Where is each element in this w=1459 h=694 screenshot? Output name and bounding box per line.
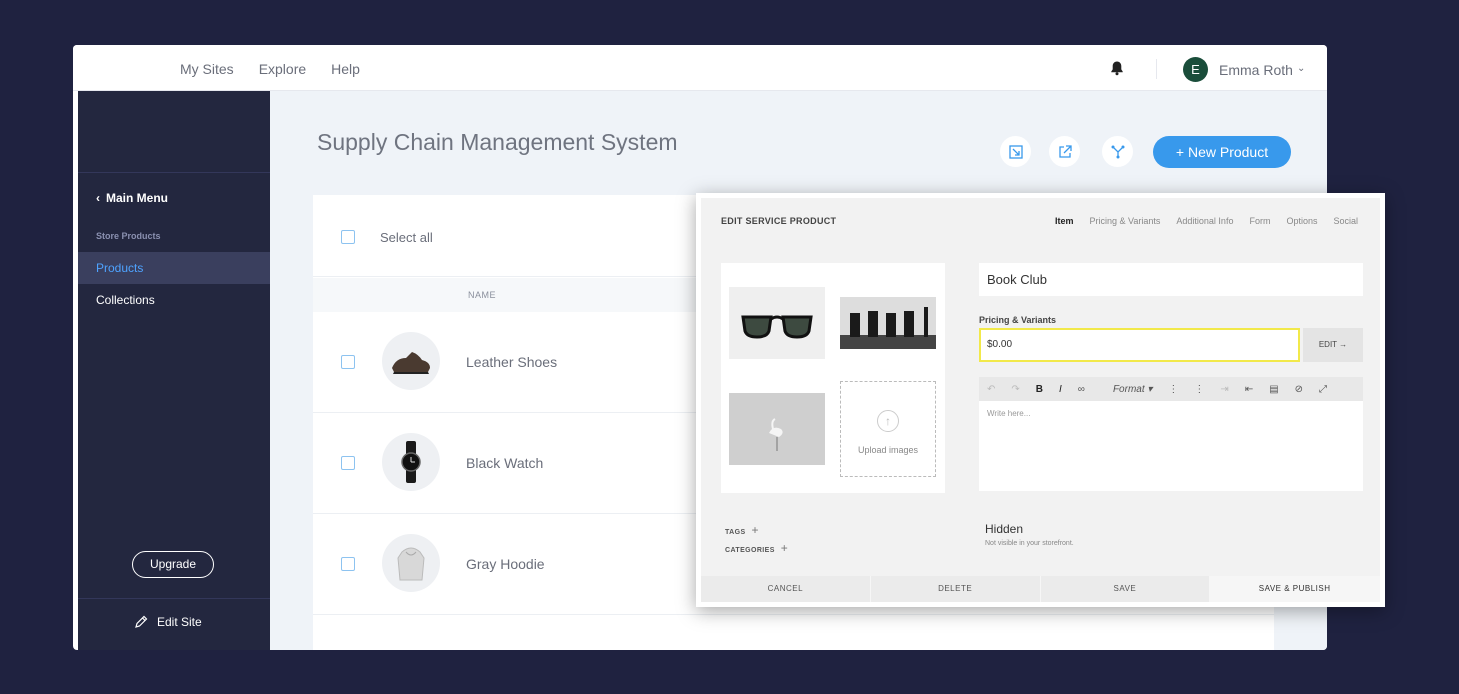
tab-form[interactable]: Form xyxy=(1249,216,1270,226)
sidebar-item-products[interactable]: Products xyxy=(78,252,270,284)
undo-icon[interactable]: ↶ xyxy=(987,384,995,395)
product-name[interactable]: Black Watch xyxy=(466,455,543,471)
new-product-button[interactable]: + New Product xyxy=(1153,136,1291,168)
link-icon[interactable]: ∞ xyxy=(1078,384,1085,395)
section-label: Store Products xyxy=(96,231,161,241)
row-checkbox[interactable] xyxy=(341,456,355,470)
horses-image xyxy=(840,297,936,349)
product-name[interactable]: Leather Shoes xyxy=(466,354,557,370)
main-menu-back[interactable]: ‹ Main Menu xyxy=(96,191,168,205)
edit-pricing-button[interactable]: EDIT → xyxy=(1303,328,1363,362)
divider xyxy=(78,598,270,599)
upload-images-button[interactable]: ↑ Upload images xyxy=(840,381,936,477)
format-dropdown[interactable]: Format ▾ xyxy=(1113,384,1152,395)
bold-icon[interactable]: B xyxy=(1036,384,1043,395)
add-tag-icon[interactable]: + xyxy=(752,523,759,537)
delete-button[interactable]: DELETE xyxy=(870,576,1041,602)
watch-image xyxy=(401,441,421,483)
categories-label: CATEGORIES xyxy=(725,547,775,554)
clipboard-icon[interactable]: ▤ xyxy=(1269,384,1278,395)
row-checkbox[interactable] xyxy=(341,355,355,369)
chevron-down-icon[interactable]: ⌄ xyxy=(1297,63,1305,74)
upload-label: Upload images xyxy=(857,445,919,455)
bell-icon[interactable] xyxy=(1109,60,1125,76)
price-input[interactable]: $0.00 xyxy=(979,328,1300,362)
gallery-image[interactable] xyxy=(840,287,936,359)
avatar[interactable]: E xyxy=(1183,57,1208,82)
edit-site-button[interactable]: Edit Site xyxy=(134,615,202,629)
tags-label: TAGS xyxy=(725,529,746,536)
page-title: Supply Chain Management System xyxy=(317,129,678,155)
sidebar: ‹ Main Menu Store Products Products Colle… xyxy=(78,91,270,650)
edit-product-dialog: EDIT SERVICE PRODUCT Item Pricing & Vari… xyxy=(696,193,1385,607)
product-thumbnail xyxy=(382,332,440,390)
shoe-image xyxy=(392,352,430,374)
save-publish-button[interactable]: SAVE & PUBLISH xyxy=(1210,576,1380,602)
tab-pricing-variants[interactable]: Pricing & Variants xyxy=(1090,216,1161,226)
tab-social[interactable]: Social xyxy=(1333,216,1358,226)
main-menu-label: Main Menu xyxy=(106,191,168,205)
row-checkbox[interactable] xyxy=(341,557,355,571)
chevron-left-icon: ‹ xyxy=(96,191,100,205)
redo-icon[interactable]: ↷ xyxy=(1011,384,1019,395)
external-link-icon xyxy=(1058,145,1072,158)
product-name[interactable]: Gray Hoodie xyxy=(466,556,545,572)
top-bar: My Sites Explore Help E Emma Roth ⌄ xyxy=(73,45,1327,91)
tab-options[interactable]: Options xyxy=(1286,216,1317,226)
format-label: Format xyxy=(1112,383,1145,395)
workflow-icon xyxy=(1111,145,1124,159)
select-all-label: Select all xyxy=(380,230,433,245)
edit-site-label: Edit Site xyxy=(157,615,202,629)
upgrade-button[interactable]: Upgrade xyxy=(132,551,214,578)
nav-help[interactable]: Help xyxy=(331,61,360,77)
sidebar-item-collections[interactable]: Collections xyxy=(78,284,270,316)
gallery-image[interactable] xyxy=(729,287,825,359)
rich-text-toolbar: ↶ ↷ B I ∞ Format ▾ ⋮ ⋮ ⇥ ⇤ ▤ ⊘ ⤢ xyxy=(979,377,1363,401)
pricing-label: Pricing & Variants xyxy=(979,315,1057,325)
tab-additional-info[interactable]: Additional Info xyxy=(1176,216,1233,226)
fullscreen-icon[interactable]: ⤢ xyxy=(1319,384,1327,395)
select-all-checkbox[interactable] xyxy=(341,230,355,244)
dialog-tabs: Item Pricing & Variants Additional Info … xyxy=(1055,216,1358,226)
column-name-label[interactable]: NAME xyxy=(468,290,496,300)
product-thumbnail xyxy=(382,433,440,491)
visibility-title[interactable]: Hidden xyxy=(985,522,1023,536)
gallery-image[interactable] xyxy=(729,393,825,465)
import-button[interactable] xyxy=(1000,136,1031,167)
top-nav: My Sites Explore Help xyxy=(180,61,360,77)
dialog-title: EDIT SERVICE PRODUCT xyxy=(721,216,837,226)
clear-format-icon[interactable]: ⊘ xyxy=(1295,384,1303,395)
image-gallery: ↑ Upload images xyxy=(721,263,945,493)
nav-explore[interactable]: Explore xyxy=(259,61,306,77)
add-category-icon[interactable]: + xyxy=(781,541,788,555)
tab-item[interactable]: Item xyxy=(1055,216,1074,226)
indent-icon[interactable]: ⇥ xyxy=(1220,384,1228,395)
dialog-footer: CANCEL DELETE SAVE SAVE & PUBLISH xyxy=(701,576,1380,602)
sunglasses-image xyxy=(741,315,813,339)
user-name[interactable]: Emma Roth xyxy=(1219,62,1293,78)
nav-my-sites[interactable]: My Sites xyxy=(180,61,234,77)
flamingo-image xyxy=(729,393,825,465)
export-button[interactable] xyxy=(1049,136,1080,167)
description-editor[interactable]: Write here... xyxy=(979,401,1363,491)
cancel-button[interactable]: CANCEL xyxy=(701,576,871,602)
hoodie-image xyxy=(397,547,425,581)
divider xyxy=(1156,59,1157,79)
categories-control[interactable]: CATEGORIES + xyxy=(725,541,788,555)
visibility-subtitle: Not visible in your storefront. xyxy=(985,540,1074,547)
divider xyxy=(78,172,270,173)
pencil-icon xyxy=(135,615,148,628)
outdent-icon[interactable]: ⇤ xyxy=(1245,384,1253,395)
import-icon xyxy=(1008,145,1023,159)
workflow-button[interactable] xyxy=(1102,136,1133,167)
bulleted-list-icon[interactable]: ⋮ xyxy=(1194,384,1204,395)
product-name-input[interactable]: Book Club xyxy=(979,263,1363,296)
ordered-list-icon[interactable]: ⋮ xyxy=(1168,384,1178,395)
save-button[interactable]: SAVE xyxy=(1040,576,1211,602)
upload-icon: ↑ xyxy=(877,410,899,432)
italic-icon[interactable]: I xyxy=(1059,384,1062,395)
tags-control[interactable]: TAGS + xyxy=(725,523,759,537)
product-thumbnail xyxy=(382,534,440,592)
